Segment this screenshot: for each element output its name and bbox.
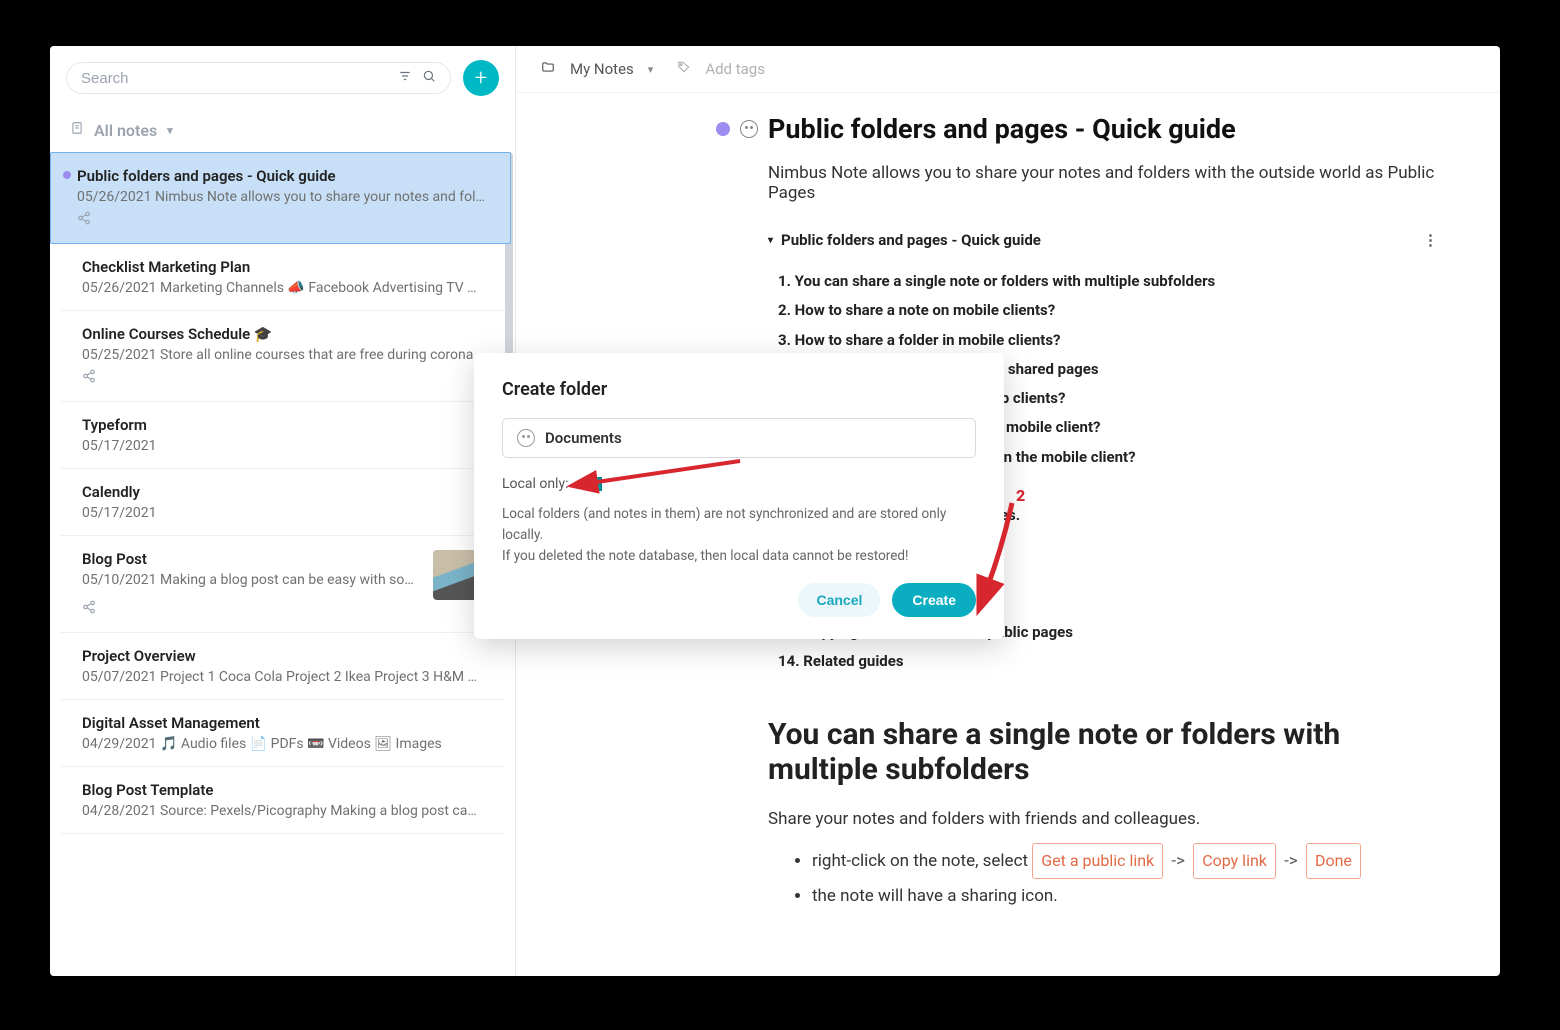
- note-title: Project Overview: [82, 647, 483, 665]
- all-notes-label: All notes: [94, 121, 157, 140]
- note-title: Typeform: [82, 416, 483, 434]
- color-dot-icon: [716, 122, 730, 136]
- tag-icon: [677, 60, 691, 78]
- emoji-picker-icon[interactable]: [517, 429, 535, 447]
- note-title: Online Courses Schedule 🎓: [82, 325, 483, 343]
- toc-item[interactable]: 14. Related guides: [778, 647, 1440, 676]
- share-icon: [77, 211, 488, 229]
- search-box[interactable]: [66, 62, 451, 94]
- local-only-label: Local only:: [502, 476, 568, 492]
- note-item[interactable]: Blog Post 05/10/2021 Making a blog post …: [60, 536, 505, 633]
- local-only-row: Local only:: [502, 476, 976, 492]
- section-heading: You can share a single note or folders w…: [768, 717, 1440, 787]
- note-meta: 05/25/2021 Store all online courses that…: [82, 347, 483, 363]
- filter-icon[interactable]: [398, 69, 412, 87]
- folder-name-input[interactable]: Documents: [502, 418, 976, 458]
- toc-title: Public folders and pages - Quick guide: [781, 231, 1041, 249]
- emoji-picker-icon[interactable]: [740, 120, 758, 138]
- pill: Get a public link: [1032, 843, 1163, 879]
- sidebar-header: +: [50, 46, 515, 110]
- note-meta: 05/07/2021 Project 1 Coca Cola Project 2…: [82, 669, 483, 685]
- page-title: Public folders and pages - Quick guide: [768, 113, 1236, 145]
- list-item: the note will have a sharing icon.: [812, 879, 1440, 913]
- note-title: Calendly: [82, 483, 483, 501]
- chevron-down-icon: ▾: [648, 63, 654, 76]
- note-meta: 04/28/2021 Source: Pexels/Picography Mak…: [82, 803, 483, 819]
- topbar: My Notes ▾ Add tags: [516, 46, 1500, 93]
- toc-item[interactable]: 1. You can share a single note or folder…: [778, 267, 1440, 296]
- note-item[interactable]: Project Overview 05/07/2021 Project 1 Co…: [60, 633, 505, 700]
- breadcrumb[interactable]: My Notes: [570, 60, 634, 78]
- create-folder-modal: Create folder Documents Local only: Loca…: [474, 353, 1004, 639]
- more-icon[interactable]: ⋮: [1423, 231, 1440, 249]
- sidebar: + All notes ▾ Public folders and pages -…: [50, 46, 516, 976]
- note-item[interactable]: Digital Asset Management 04/29/2021 🎵 Au…: [60, 700, 505, 767]
- folder-name-value: Documents: [545, 429, 622, 447]
- note-meta: 04/29/2021 🎵 Audio files 📄 PDFs 📼 Videos…: [82, 736, 483, 752]
- note-title: Blog Post Template: [82, 781, 483, 799]
- pill: Copy link: [1193, 843, 1276, 879]
- help-text: Local folders (and notes in them) are no…: [502, 504, 976, 567]
- modal-title: Create folder: [502, 379, 976, 400]
- local-only-checkbox[interactable]: [588, 477, 602, 491]
- bullet-list: right-click on the note, select Get a pu…: [792, 843, 1440, 913]
- note-title: Digital Asset Management: [82, 714, 483, 732]
- note-item[interactable]: Public folders and pages - Quick guide 0…: [50, 152, 511, 244]
- cancel-button[interactable]: Cancel: [798, 583, 880, 617]
- toc-item[interactable]: 3. How to share a folder in mobile clien…: [778, 326, 1440, 355]
- search-icon[interactable]: [422, 69, 436, 87]
- add-tags[interactable]: Add tags: [705, 60, 765, 78]
- folder-icon: [540, 60, 556, 78]
- note-meta: 05/17/2021: [82, 438, 483, 454]
- note-meta: 05/17/2021: [82, 505, 483, 521]
- create-button[interactable]: Create: [892, 583, 976, 617]
- pill: Done: [1306, 843, 1361, 879]
- chevron-down-icon: ▾: [167, 124, 173, 137]
- note-item[interactable]: Checklist Marketing Plan 05/26/2021 Mark…: [60, 244, 505, 311]
- note-title: Public folders and pages - Quick guide: [77, 167, 488, 185]
- note-meta: 05/26/2021 Marketing Channels 📣 Facebook…: [82, 280, 483, 296]
- modal-actions: Cancel Create: [502, 583, 976, 617]
- note-meta: 05/26/2021 Nimbus Note allows you to sha…: [77, 189, 488, 205]
- page-title-row: Public folders and pages - Quick guide: [716, 113, 1440, 145]
- share-icon: [82, 369, 483, 387]
- note-item[interactable]: Calendly 05/17/2021: [60, 469, 505, 536]
- note-item[interactable]: Blog Post Template 04/28/2021 Source: Pe…: [60, 767, 505, 834]
- note-meta: 05/10/2021 Making a blog post can be eas…: [82, 572, 423, 588]
- search-input[interactable]: [81, 70, 390, 87]
- all-notes-dropdown[interactable]: All notes ▾: [50, 110, 515, 152]
- notes-icon: [70, 120, 84, 140]
- notes-list: Public folders and pages - Quick guide 0…: [50, 152, 515, 976]
- toc-item[interactable]: 2. How to share a note on mobile clients…: [778, 296, 1440, 325]
- list-item: right-click on the note, select Get a pu…: [812, 843, 1440, 879]
- add-note-button[interactable]: +: [463, 60, 499, 96]
- section-text: Share your notes and folders with friend…: [768, 809, 1440, 829]
- share-icon: [82, 600, 483, 618]
- note-title: Blog Post: [82, 550, 483, 568]
- note-item[interactable]: Online Courses Schedule 🎓 05/25/2021 Sto…: [60, 311, 505, 402]
- intro-text: Nimbus Note allows you to share your not…: [768, 163, 1440, 203]
- note-item[interactable]: Typeform 05/17/2021: [60, 402, 505, 469]
- note-title: Checklist Marketing Plan: [82, 258, 483, 276]
- annotation-label-2: 2: [1016, 486, 1025, 505]
- caret-down-icon[interactable]: ▾: [768, 235, 773, 246]
